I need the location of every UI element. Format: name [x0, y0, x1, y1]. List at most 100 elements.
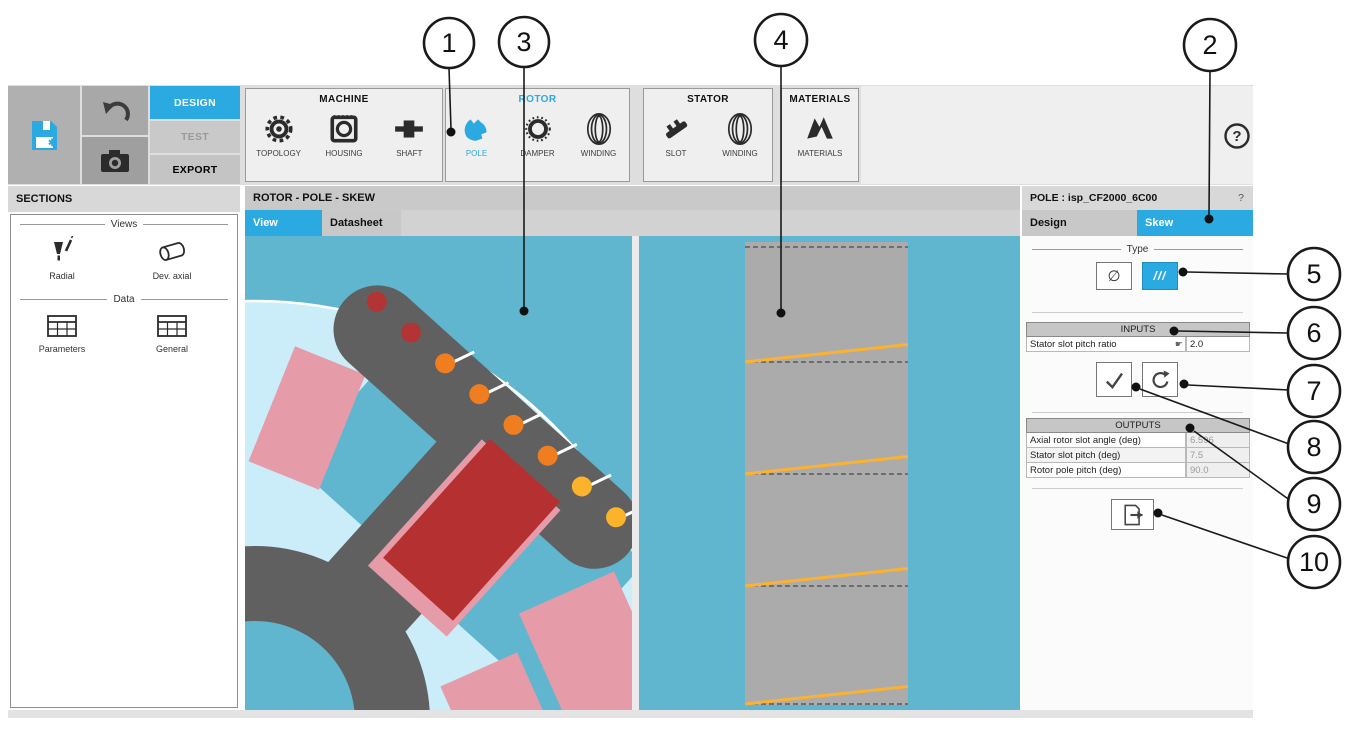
toolbar-item-topology[interactable]: TOPOLOGY [248, 113, 310, 158]
help-button[interactable]: ? [1222, 121, 1252, 151]
design-button[interactable]: DESIGN [150, 86, 240, 119]
dev-axial-label: Dev. axial [130, 270, 214, 282]
svg-text:9: 9 [1306, 489, 1321, 519]
output-label: Stator slot pitch (deg) [1030, 450, 1120, 461]
toolbar-item-label: DAMPER [520, 149, 554, 158]
apply-button[interactable] [1096, 362, 1132, 397]
reset-button[interactable] [1142, 362, 1178, 397]
output-value: 90.0 [1186, 463, 1250, 478]
damper-icon [522, 113, 554, 145]
toolbar-group-materials: MATERIALS MATERIALS [781, 88, 859, 182]
topology-icon [263, 113, 295, 145]
svg-text:2: 2 [1202, 30, 1217, 60]
input-value-field[interactable]: 2.0 [1186, 337, 1250, 352]
toolbar-item-label: WINDING [581, 149, 617, 158]
general-label: General [130, 343, 214, 355]
tab-skew[interactable]: Skew [1137, 210, 1253, 236]
callout-7: 7 [1288, 365, 1340, 417]
hand-edit-icon: ☛ [1175, 339, 1185, 350]
toolbar-item-slot[interactable]: SLOT [645, 113, 707, 158]
undo-button[interactable] [82, 86, 148, 135]
export-button[interactable]: EXPORT [150, 155, 240, 184]
parameters-label: Parameters [20, 343, 104, 355]
radial-view-icon [47, 236, 77, 266]
pole-icon [461, 113, 493, 145]
slot-icon [660, 113, 692, 145]
sections-item-dev-axial[interactable] [148, 235, 196, 267]
toolbar-item-stator-winding[interactable]: WINDING [709, 113, 771, 158]
toolbar-item-housing[interactable]: HOUSING [313, 113, 375, 158]
callout-10: 10 [1288, 536, 1340, 588]
toolbar-item-materials[interactable]: MATERIALS [789, 113, 851, 158]
inputs-header: INPUTS [1026, 322, 1250, 337]
output-value: 6.596 [1186, 433, 1250, 448]
toolbar-group-stator: STATOR SLOT WINDING [643, 88, 773, 182]
toolbar-item-label: POLE [466, 149, 487, 158]
sections-item-parameters[interactable] [38, 312, 86, 340]
export-results-button[interactable] [1111, 499, 1154, 530]
toolbar-group-machine: MACHINE TOPOLOGY HOUSING SHAFT [245, 88, 443, 182]
viewport-divider [632, 236, 639, 710]
callout-2: 2 [1184, 19, 1236, 71]
skew-lines-icon: /// [1153, 269, 1166, 283]
materials-icon [804, 113, 836, 145]
no-skew-icon: ∅ [1107, 267, 1120, 285]
test-button[interactable]: TEST [150, 121, 240, 153]
tab-design[interactable]: Design [1022, 210, 1137, 236]
svg-text:10: 10 [1299, 547, 1329, 577]
callout-6: 6 [1288, 307, 1340, 359]
toolbar-item-rotor-winding[interactable]: WINDING [568, 113, 629, 158]
svg-text:5: 5 [1306, 259, 1321, 289]
dev-axial-view-icon [154, 236, 190, 266]
sections-panel [10, 214, 238, 708]
winding-icon [583, 113, 615, 145]
save-button[interactable]: ✱ [8, 86, 80, 184]
svg-text:7: 7 [1306, 376, 1321, 406]
rotor-cross-section [245, 236, 632, 710]
svg-text:6: 6 [1306, 318, 1321, 348]
check-icon [1102, 368, 1126, 392]
output-row: Axial rotor slot angle (deg) [1026, 433, 1186, 448]
svg-text:8: 8 [1306, 432, 1321, 462]
pole-panel-title-text: POLE : isp_CF2000_6C00 [1030, 192, 1157, 204]
svg-text:1: 1 [441, 28, 456, 58]
divider [1032, 412, 1243, 413]
group-title-machine: MACHINE [246, 89, 442, 109]
type-legend: Type [1032, 242, 1243, 256]
output-row: Rotor pole pitch (deg) [1026, 463, 1186, 478]
svg-text:✱: ✱ [48, 138, 57, 149]
toolbar-item-damper[interactable]: DAMPER [507, 113, 568, 158]
output-row: Stator slot pitch (deg) [1026, 448, 1186, 463]
group-title-materials: MATERIALS [782, 89, 858, 109]
skew-type-none-button[interactable]: ∅ [1096, 262, 1132, 290]
panel-help-button[interactable]: ? [1238, 192, 1244, 204]
svg-text:3: 3 [516, 27, 531, 57]
parameters-table-icon [46, 314, 78, 338]
winding-icon [724, 113, 756, 145]
sections-item-radial[interactable] [38, 235, 86, 267]
skew-development [639, 236, 1020, 710]
save-icon: ✱ [29, 118, 59, 152]
svg-text:?: ? [1232, 128, 1241, 145]
toolbar-item-shaft[interactable]: SHAFT [378, 113, 440, 158]
screenshot-button[interactable] [82, 137, 148, 184]
tab-datasheet[interactable]: Datasheet [322, 210, 401, 236]
sections-item-general[interactable] [148, 312, 196, 340]
toolbar-item-label: SLOT [666, 149, 687, 158]
toolbar-item-pole[interactable]: POLE [446, 113, 507, 158]
undo-icon [100, 98, 130, 124]
group-title-stator: STATOR [644, 89, 772, 109]
sections-header: SECTIONS [8, 186, 240, 212]
output-value: 7.5 [1186, 448, 1250, 463]
tab-view[interactable]: View [245, 210, 322, 236]
skew-view-canvas[interactable] [639, 236, 1020, 710]
pole-panel-title: POLE : isp_CF2000_6C00 ? [1022, 186, 1253, 210]
toolbar-item-label: SHAFT [396, 149, 422, 158]
input-row-stator-slot-pitch-ratio: Stator slot pitch ratio ☛ [1026, 337, 1186, 352]
radial-view-canvas[interactable] [245, 236, 632, 710]
views-legend: Views [20, 217, 228, 231]
output-label: Rotor pole pitch (deg) [1030, 465, 1121, 476]
help-icon: ? [1223, 122, 1251, 150]
svg-text:4: 4 [773, 25, 788, 55]
skew-type-skewed-button[interactable]: /// [1142, 262, 1178, 290]
